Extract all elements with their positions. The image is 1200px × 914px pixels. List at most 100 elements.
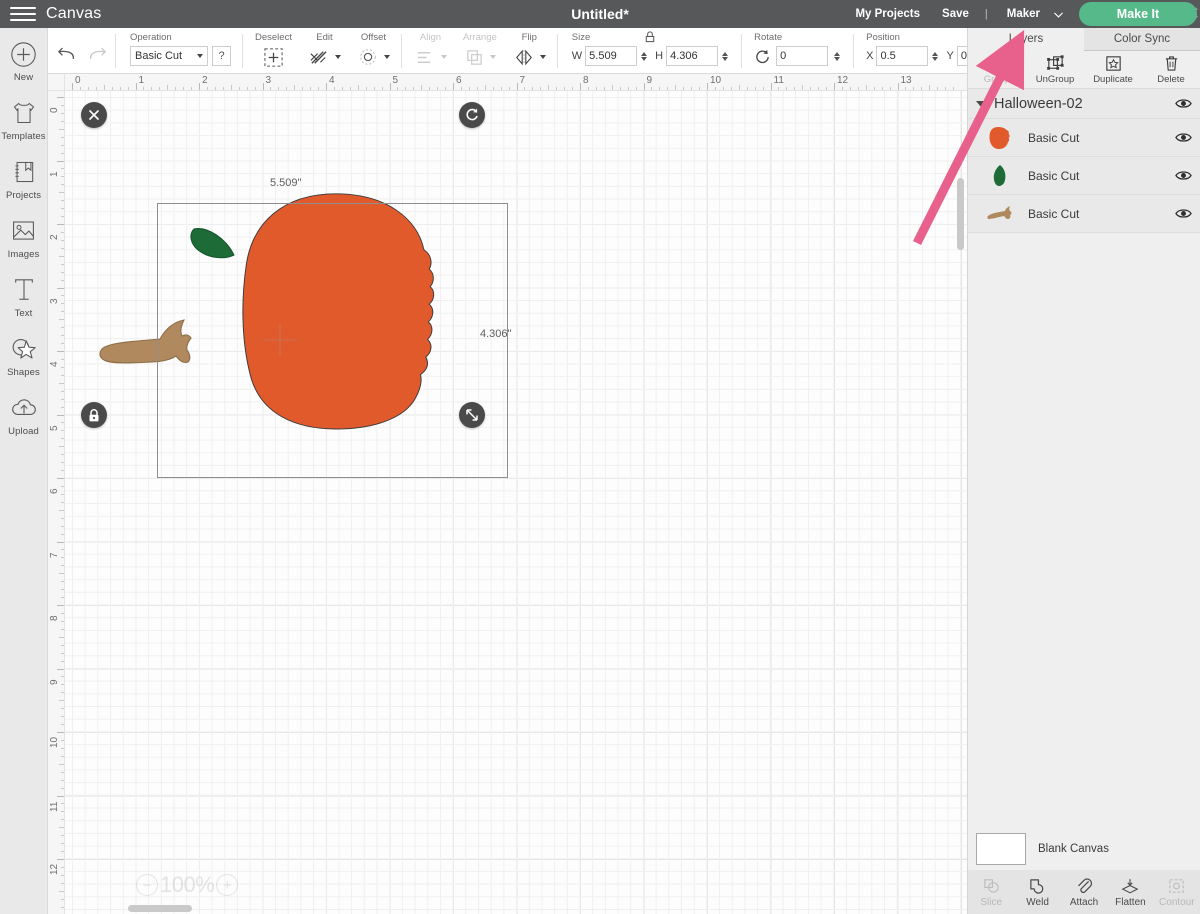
sidebar-label-text: Text xyxy=(14,308,33,319)
edit-group: Edit xyxy=(300,28,349,74)
sidebar-item-upload[interactable]: Upload xyxy=(0,392,47,437)
flip-icon[interactable] xyxy=(513,46,535,68)
position-x-input[interactable]: 0.5 xyxy=(876,46,929,66)
layer-row-pumpkin[interactable]: Basic Cut xyxy=(968,119,1200,157)
artwork-group[interactable] xyxy=(48,74,967,914)
aspect-lock-icon[interactable] xyxy=(643,30,656,48)
sidebar-item-images[interactable]: Images xyxy=(0,215,47,260)
size-h-input[interactable]: 4.306 xyxy=(666,46,719,66)
align-label: Align xyxy=(419,32,442,43)
eye-icon[interactable] xyxy=(1175,97,1192,110)
cloud-upload-icon xyxy=(8,392,40,424)
layer-group-row[interactable]: Halloween-02 xyxy=(968,89,1200,119)
layer-row-leaf[interactable]: Basic Cut xyxy=(968,157,1200,195)
cricut-design-space-app: Canvas Untitled* My Projects Save | Make… xyxy=(0,0,1200,914)
offset-label: Offset xyxy=(360,32,387,43)
left-sidebar: New Templates Projects Images Text Shape… xyxy=(0,28,48,914)
position-x-label: X xyxy=(866,50,874,62)
size-width-field[interactable]: W 5.509 xyxy=(571,46,648,66)
operation-help-button[interactable]: ? xyxy=(212,46,231,66)
deselect-icon[interactable] xyxy=(262,46,284,68)
eye-icon[interactable] xyxy=(1175,207,1192,220)
ungroup-button[interactable]: UnGroup xyxy=(1026,51,1084,88)
machine-selector[interactable]: Maker xyxy=(993,8,1046,20)
duplicate-button[interactable]: Duplicate xyxy=(1084,51,1142,88)
sidebar-label-upload: Upload xyxy=(8,426,39,437)
delete-handle[interactable] xyxy=(81,102,107,128)
zoom-in-button[interactable]: + xyxy=(216,874,239,896)
delete-button[interactable]: Delete xyxy=(1142,51,1200,88)
flip-label: Flip xyxy=(521,32,537,43)
redo-icon[interactable] xyxy=(86,42,108,64)
edit-scissors-icon[interactable] xyxy=(308,46,330,68)
my-projects-link[interactable]: My Projects xyxy=(844,8,931,20)
bottom-operations-bar: Slice Weld Attach Flatten Contour xyxy=(968,870,1200,914)
canvas-selector-row[interactable]: Blank Canvas xyxy=(968,828,1200,870)
save-button[interactable]: Save xyxy=(931,8,980,20)
selection-bounding-box[interactable] xyxy=(157,203,508,478)
zoom-control[interactable]: − 100% + xyxy=(136,872,239,898)
tab-layers[interactable]: Layers xyxy=(968,28,1084,51)
vertical-scrollbar[interactable] xyxy=(957,178,964,250)
group-button[interactable]: Group xyxy=(968,51,1026,88)
layer-actions: Group UnGroup Duplicate Delete xyxy=(968,51,1200,89)
layer-label: Basic Cut xyxy=(1028,130,1080,145)
rotate-handle[interactable] xyxy=(459,102,485,128)
resize-diagonal-icon xyxy=(466,409,478,421)
rotate-icon[interactable] xyxy=(754,48,771,65)
resize-handle[interactable] xyxy=(459,402,485,428)
flatten-icon xyxy=(1121,878,1139,893)
panel-tabs: Layers Color Sync xyxy=(968,28,1200,51)
offset-chevron-down-icon[interactable] xyxy=(383,55,390,59)
rotate-stepper[interactable] xyxy=(833,51,841,61)
right-panel: Layers Color Sync Group UnGroup Duplicat… xyxy=(967,28,1200,914)
flip-chevron-down-icon[interactable] xyxy=(539,55,546,59)
position-x-field[interactable]: X 0.5 xyxy=(866,46,939,66)
sidebar-item-shapes[interactable]: Shapes xyxy=(0,333,47,378)
size-w-stepper[interactable] xyxy=(640,51,648,61)
size-w-input[interactable]: 5.509 xyxy=(585,46,638,66)
slice-button[interactable]: Slice xyxy=(968,877,1014,908)
sidebar-item-projects[interactable]: Projects xyxy=(0,156,47,201)
size-h-stepper[interactable] xyxy=(721,51,729,61)
sidebar-item-new[interactable]: New xyxy=(0,38,47,83)
undo-icon[interactable] xyxy=(56,42,78,64)
edit-chevron-down-icon[interactable] xyxy=(334,55,341,59)
weld-button[interactable]: Weld xyxy=(1014,877,1060,908)
horizontal-scrollbar[interactable] xyxy=(128,905,192,912)
canvas-swatch[interactable] xyxy=(976,833,1026,865)
arrange-chevron-down-icon xyxy=(490,55,497,59)
attach-button[interactable]: Attach xyxy=(1061,877,1107,908)
layer-row-stem[interactable]: Basic Cut xyxy=(968,195,1200,233)
flatten-button[interactable]: Flatten xyxy=(1107,877,1153,908)
contour-button[interactable]: Contour xyxy=(1154,877,1200,908)
eye-icon[interactable] xyxy=(1175,169,1192,182)
edit-label: Edit xyxy=(316,32,333,43)
chevron-down-icon[interactable] xyxy=(1052,8,1065,21)
zoom-out-button[interactable]: − xyxy=(136,874,158,896)
make-it-button[interactable]: Make It xyxy=(1079,2,1197,26)
size-w-label: W xyxy=(571,50,583,62)
sidebar-item-text[interactable]: Text xyxy=(0,274,47,319)
operation-select[interactable]: Basic Cut xyxy=(130,46,208,66)
rotate-input[interactable]: 0 xyxy=(776,46,829,66)
position-x-stepper[interactable] xyxy=(931,51,939,61)
tshirt-icon xyxy=(8,97,40,129)
chevron-down-icon[interactable] xyxy=(976,100,986,107)
design-canvas[interactable]: 5.509" 4.306" 0 1 2 3 4 5 6 7 8 9 10 11 … xyxy=(48,74,967,914)
eye-icon[interactable] xyxy=(1175,131,1192,144)
hamburger-icon[interactable] xyxy=(0,7,46,21)
ungroup-label: UnGroup xyxy=(1035,74,1075,85)
close-x-icon xyxy=(89,110,99,120)
delete-label: Delete xyxy=(1157,74,1185,85)
tab-color-sync[interactable]: Color Sync xyxy=(1084,28,1200,51)
lock-handle[interactable] xyxy=(81,402,107,428)
edit-toolbar: Operation Basic Cut ? Deselect Edit Offs… xyxy=(48,28,1019,74)
sidebar-item-templates[interactable]: Templates xyxy=(0,97,47,142)
slice-label: Slice xyxy=(980,896,1003,908)
offset-icon[interactable] xyxy=(357,46,379,68)
trash-icon xyxy=(1165,56,1177,71)
stem-thumbnail xyxy=(984,199,1016,229)
width-dimension-label: 5.509" xyxy=(270,177,302,189)
size-height-field[interactable]: H 4.306 xyxy=(655,46,729,66)
